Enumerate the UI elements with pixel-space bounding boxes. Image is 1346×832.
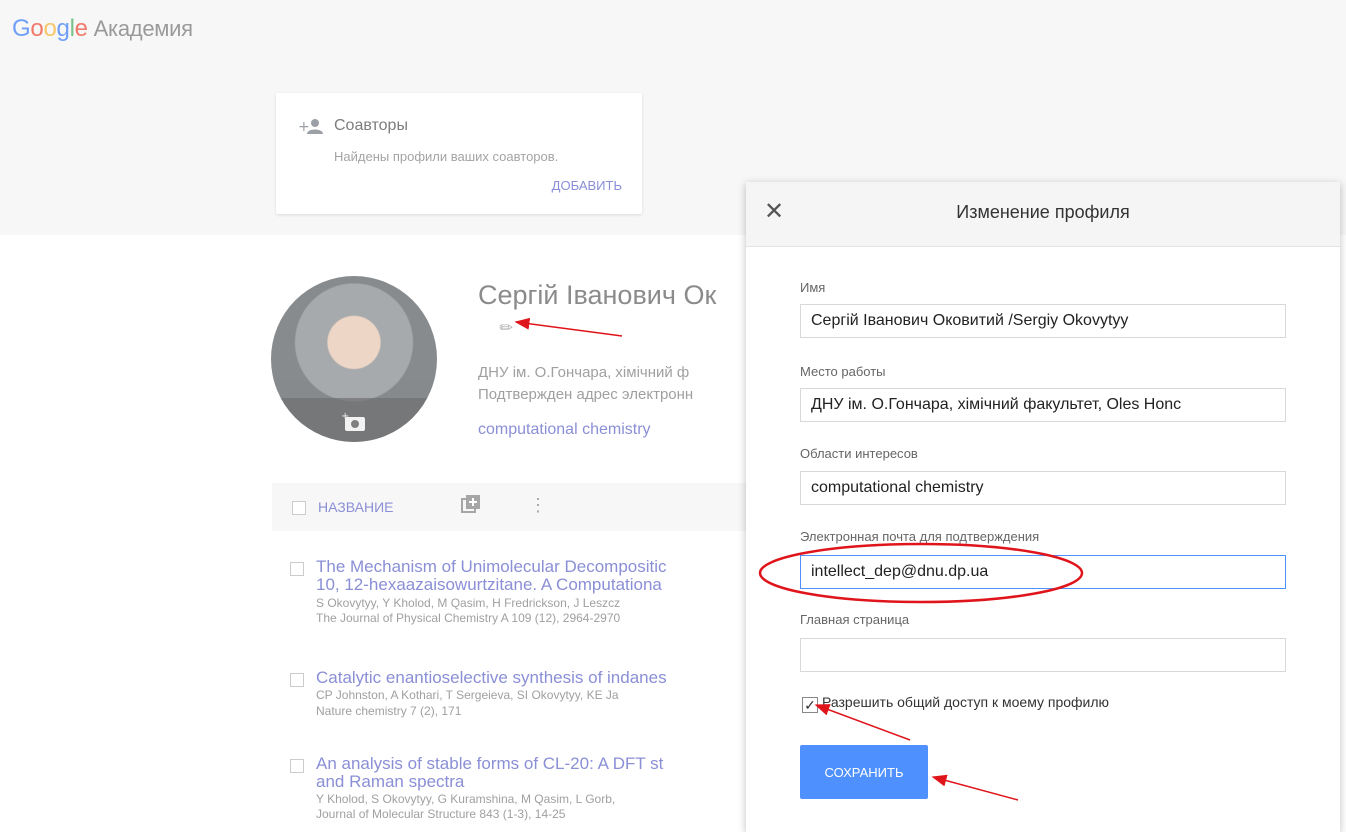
email-field[interactable] (800, 555, 1286, 589)
interests-label: Области интересов (800, 446, 918, 461)
coauthors-card: + Соавторы Найдены профили ваших соавтор… (276, 93, 642, 214)
name-label: Имя (800, 280, 826, 295)
article-title[interactable]: An analysis of stable forms of CL-20: A … (316, 755, 663, 791)
article-title-line[interactable]: The Mechanism of Unimolecular Decomposit… (316, 558, 667, 576)
list-item: An analysis of stable forms of CL-20: A … (290, 755, 750, 832)
article-source: Nature chemistry 7 (2), 171 (316, 704, 462, 718)
articles-header: НАЗВАНИЕ ⋮ (272, 483, 752, 531)
article-title[interactable]: The Mechanism of Unimolecular Decomposit… (316, 558, 667, 594)
logo-letter: o (43, 15, 57, 42)
interest-link[interactable]: computational chemistry (478, 421, 651, 439)
article-authors: CP Johnston, A Kothari, T Sergeieva, SI … (316, 688, 619, 702)
share-profile-label: Разрешить общий доступ к моему профилю (822, 694, 1110, 710)
top-bar: Google Академия (0, 0, 1346, 70)
dialog-title: Изменение профиля (956, 202, 1130, 222)
list-item: Catalytic enantioselective synthesis of … (290, 669, 750, 731)
coauthors-subtitle: Найдены профили ваших соавторов. (334, 149, 559, 164)
workplace-field[interactable] (800, 388, 1286, 422)
workplace-label: Место работы (800, 364, 886, 379)
article-title-line[interactable]: Catalytic enantioselective synthesis of … (316, 669, 667, 687)
homepage-field[interactable] (800, 638, 1286, 672)
google-scholar-logo[interactable]: Google Академия (12, 15, 193, 43)
article-checkbox[interactable] (290, 562, 304, 576)
interests-field[interactable] (800, 471, 1286, 505)
article-checkbox[interactable] (290, 759, 304, 773)
article-authors: Y Kholod, S Okovytyy, G Kuramshina, M Qa… (316, 792, 616, 806)
annotation-arrow (514, 317, 623, 337)
more-vert-icon[interactable]: ⋮ (529, 495, 547, 516)
dialog-header: ✕ Изменение профиля (746, 182, 1340, 247)
profile-name: Сергій Іванович Ок (478, 280, 717, 310)
verified-email-line: Подтвержден адрес электронн (478, 386, 694, 403)
edit-profile-dialog: ✕ Изменение профиля Имя Место работы Обл… (746, 182, 1340, 832)
article-title-line[interactable]: 10, 12-hexaazaisowurtzitane. A Computati… (316, 576, 667, 594)
article-checkbox[interactable] (290, 673, 304, 687)
article-source: Journal of Molecular Structure 843 (1-3)… (316, 807, 566, 821)
logo-letter: g (56, 15, 70, 42)
homepage-label: Главная страница (800, 612, 910, 627)
add-coauthors-link[interactable]: ДОБАВИТЬ (552, 178, 622, 193)
share-profile-option[interactable]: ✓ Разрешить общий доступ к моему профилю (802, 694, 1109, 713)
share-profile-checkbox[interactable]: ✓ (802, 697, 818, 713)
article-title[interactable]: Catalytic enantioselective synthesis of … (316, 669, 667, 687)
avatar[interactable]: + (271, 276, 437, 442)
logo-letter: e (74, 15, 88, 42)
article-authors: S Okovytyy, Y Kholod, M Qasim, H Fredric… (316, 596, 621, 610)
add-person-icon: + (298, 118, 324, 139)
logo-letter: G (12, 15, 31, 42)
profile-affiliation: ДНУ ім. О.Гончара, хімічний ф Подтвержде… (478, 362, 693, 406)
pencil-icon[interactable]: ✎ (495, 316, 519, 340)
affiliation-line: ДНУ ім. О.Гончара, хімічний ф (478, 364, 690, 381)
article-title-line[interactable]: and Raman spectra (316, 773, 663, 791)
select-all-checkbox[interactable] (292, 501, 306, 515)
coauthors-title: Соавторы (334, 117, 408, 134)
logo-letter: o (30, 15, 44, 42)
email-label: Электронная почта для подтверждения (800, 529, 1040, 544)
title-column-sort[interactable]: НАЗВАНИЕ (318, 499, 393, 515)
product-name: Академия (93, 16, 193, 41)
article-title-line[interactable]: An analysis of stable forms of CL-20: A … (316, 755, 663, 773)
name-field[interactable] (800, 304, 1286, 338)
article-source: The Journal of Physical Chemistry A 109 … (316, 611, 621, 625)
save-button[interactable]: СОХРАНИТЬ (800, 745, 928, 799)
add-article-icon[interactable] (460, 495, 482, 520)
list-item: The Mechanism of Unimolecular Decomposit… (290, 558, 750, 640)
add-photo-icon[interactable]: + (271, 398, 437, 442)
